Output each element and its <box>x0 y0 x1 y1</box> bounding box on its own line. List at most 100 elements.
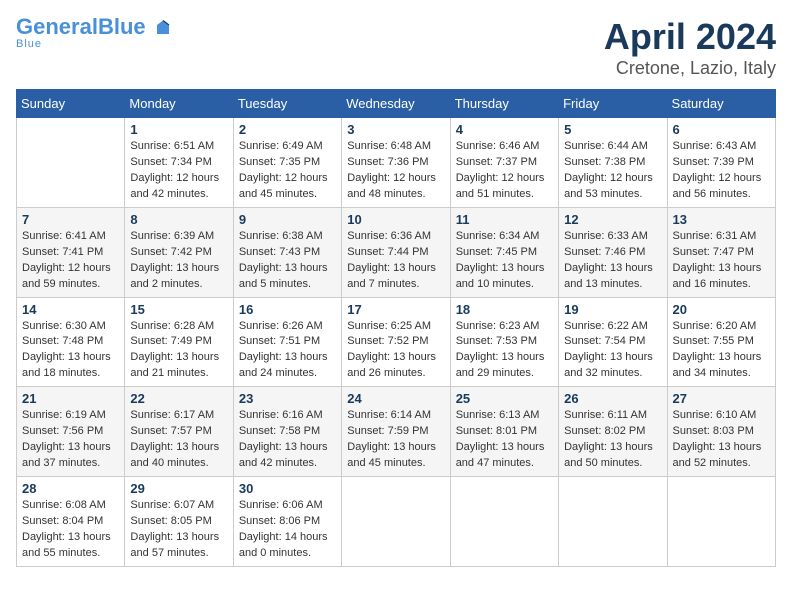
day-cell: 20Sunrise: 6:20 AMSunset: 7:55 PMDayligh… <box>667 297 775 387</box>
day-number: 1 <box>130 122 227 137</box>
day-info-line: Sunrise: 6:07 AM <box>130 498 227 514</box>
day-number: 15 <box>130 302 227 317</box>
week-row-4: 21Sunrise: 6:19 AMSunset: 7:56 PMDayligh… <box>17 387 776 477</box>
day-info-line: and 59 minutes. <box>22 277 119 293</box>
day-info-line: Sunrise: 6:06 AM <box>239 498 336 514</box>
day-info: Sunrise: 6:23 AMSunset: 7:53 PMDaylight:… <box>456 319 553 383</box>
day-info-line: Daylight: 13 hours <box>239 440 336 456</box>
day-info-line: Sunrise: 6:48 AM <box>347 139 444 155</box>
logo-tagline: Blue <box>16 38 42 50</box>
day-cell: 18Sunrise: 6:23 AMSunset: 7:53 PMDayligh… <box>450 297 558 387</box>
day-info-line: Sunrise: 6:51 AM <box>130 139 227 155</box>
day-number: 7 <box>22 212 119 227</box>
day-info: Sunrise: 6:25 AMSunset: 7:52 PMDaylight:… <box>347 319 444 383</box>
day-number: 22 <box>130 391 227 406</box>
day-info: Sunrise: 6:46 AMSunset: 7:37 PMDaylight:… <box>456 139 553 203</box>
day-info-line: and 51 minutes. <box>456 187 553 203</box>
day-cell <box>342 477 450 567</box>
day-number: 5 <box>564 122 661 137</box>
day-info-line: Sunrise: 6:26 AM <box>239 319 336 335</box>
day-info-line: and 42 minutes. <box>239 456 336 472</box>
calendar-table: SundayMondayTuesdayWednesdayThursdayFrid… <box>16 89 776 567</box>
day-info-line: and 2 minutes. <box>130 277 227 293</box>
week-row-2: 7Sunrise: 6:41 AMSunset: 7:41 PMDaylight… <box>17 207 776 297</box>
day-info: Sunrise: 6:51 AMSunset: 7:34 PMDaylight:… <box>130 139 227 203</box>
day-info-line: Daylight: 13 hours <box>673 440 770 456</box>
day-number: 26 <box>564 391 661 406</box>
day-info-line: Daylight: 12 hours <box>456 171 553 187</box>
logo-text: GeneralBlue <box>16 16 172 38</box>
day-cell: 12Sunrise: 6:33 AMSunset: 7:46 PMDayligh… <box>559 207 667 297</box>
day-info-line: Sunrise: 6:30 AM <box>22 319 119 335</box>
header-row: SundayMondayTuesdayWednesdayThursdayFrid… <box>17 90 776 118</box>
day-info-line: Sunset: 7:48 PM <box>22 334 119 350</box>
column-header-thursday: Thursday <box>450 90 558 118</box>
day-info: Sunrise: 6:28 AMSunset: 7:49 PMDaylight:… <box>130 319 227 383</box>
day-info-line: Sunrise: 6:36 AM <box>347 229 444 245</box>
day-info: Sunrise: 6:38 AMSunset: 7:43 PMDaylight:… <box>239 229 336 293</box>
day-info-line: Sunrise: 6:10 AM <box>673 408 770 424</box>
day-info-line: Sunset: 8:06 PM <box>239 514 336 530</box>
day-info: Sunrise: 6:06 AMSunset: 8:06 PMDaylight:… <box>239 498 336 562</box>
day-info-line: Daylight: 12 hours <box>347 171 444 187</box>
day-info-line: Sunrise: 6:19 AM <box>22 408 119 424</box>
page-title: April 2024 <box>604 16 776 58</box>
column-header-friday: Friday <box>559 90 667 118</box>
day-info-line: Daylight: 13 hours <box>347 350 444 366</box>
day-info: Sunrise: 6:36 AMSunset: 7:44 PMDaylight:… <box>347 229 444 293</box>
logo: GeneralBlue Blue <box>16 16 172 50</box>
day-cell: 7Sunrise: 6:41 AMSunset: 7:41 PMDaylight… <box>17 207 125 297</box>
day-number: 20 <box>673 302 770 317</box>
day-info-line: and 48 minutes. <box>347 187 444 203</box>
day-info-line: Sunrise: 6:31 AM <box>673 229 770 245</box>
day-number: 21 <box>22 391 119 406</box>
day-info: Sunrise: 6:14 AMSunset: 7:59 PMDaylight:… <box>347 408 444 472</box>
day-info-line: Sunrise: 6:46 AM <box>456 139 553 155</box>
day-info-line: Sunrise: 6:22 AM <box>564 319 661 335</box>
day-info-line: Sunset: 7:43 PM <box>239 245 336 261</box>
day-cell: 24 Sunrise: 6:14 AMSunset: 7:59 PMDayligh… <box>342 387 450 477</box>
day-info: Sunrise: 6:30 AMSunset: 7:48 PMDaylight:… <box>22 319 119 383</box>
day-info-line: Daylight: 13 hours <box>239 350 336 366</box>
day-info-line: and 26 minutes. <box>347 366 444 382</box>
page-subtitle: Cretone, Lazio, Italy <box>604 58 776 79</box>
day-info-line: and 57 minutes. <box>130 546 227 562</box>
day-info: Sunrise: 6:31 AMSunset: 7:47 PMDaylight:… <box>673 229 770 293</box>
day-cell: 14Sunrise: 6:30 AMSunset: 7:48 PMDayligh… <box>17 297 125 387</box>
day-info-line: Sunset: 7:59 PM <box>347 424 444 440</box>
day-info-line: and 5 minutes. <box>239 277 336 293</box>
column-header-sunday: Sunday <box>17 90 125 118</box>
day-info-line: and 47 minutes. <box>456 456 553 472</box>
logo-general: General <box>16 14 98 39</box>
day-cell: 29Sunrise: 6:07 AMSunset: 8:05 PMDayligh… <box>125 477 233 567</box>
day-info: Sunrise: 6:11 AMSunset: 8:02 PMDaylight:… <box>564 408 661 472</box>
day-number: 23 <box>239 391 336 406</box>
day-info-line: Sunset: 7:44 PM <box>347 245 444 261</box>
day-info: Sunrise: 6:19 AMSunset: 7:56 PMDaylight:… <box>22 408 119 472</box>
day-info-line: Daylight: 12 hours <box>673 171 770 187</box>
day-info-line: and 53 minutes. <box>564 187 661 203</box>
day-info-line: Sunset: 7:34 PM <box>130 155 227 171</box>
day-info-line: Sunset: 7:56 PM <box>22 424 119 440</box>
day-info-line: and 40 minutes. <box>130 456 227 472</box>
day-info-line: Sunset: 7:57 PM <box>130 424 227 440</box>
day-info-line: Daylight: 12 hours <box>22 261 119 277</box>
day-info-line: and 45 minutes. <box>347 456 444 472</box>
day-info-line: and 56 minutes. <box>673 187 770 203</box>
day-number: 24 <box>347 391 444 406</box>
day-info-line: Sunset: 8:04 PM <box>22 514 119 530</box>
day-info-line: and 18 minutes. <box>22 366 119 382</box>
day-info-line: Daylight: 13 hours <box>673 261 770 277</box>
day-info: Sunrise: 6:48 AMSunset: 7:36 PMDaylight:… <box>347 139 444 203</box>
day-number: 4 <box>456 122 553 137</box>
day-cell: 21 Sunrise: 6:19 AMSunset: 7:56 PMDayligh… <box>17 387 125 477</box>
day-number: 9 <box>239 212 336 227</box>
day-cell: 17Sunrise: 6:25 AMSunset: 7:52 PMDayligh… <box>342 297 450 387</box>
day-info: Sunrise: 6:33 AMSunset: 7:46 PMDaylight:… <box>564 229 661 293</box>
day-info-line: Sunrise: 6:14 AM <box>347 408 444 424</box>
day-info-line: and 0 minutes. <box>239 546 336 562</box>
day-cell: 28Sunrise: 6:08 AMSunset: 8:04 PMDayligh… <box>17 477 125 567</box>
day-info-line: and 50 minutes. <box>564 456 661 472</box>
day-info-line: Sunrise: 6:17 AM <box>130 408 227 424</box>
day-info: Sunrise: 6:43 AMSunset: 7:39 PMDaylight:… <box>673 139 770 203</box>
